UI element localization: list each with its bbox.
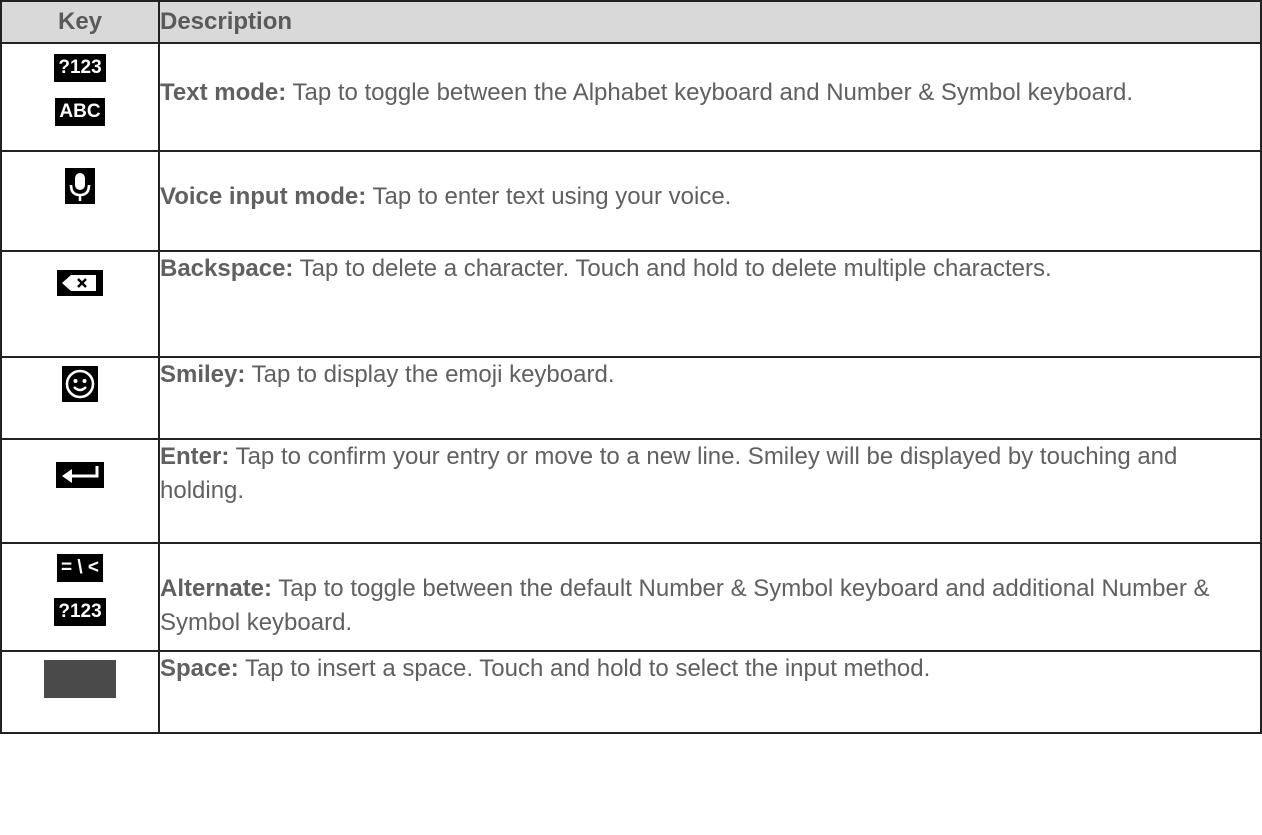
number-symbol-key-icon: ?123 (54, 598, 106, 626)
key-cell (0, 250, 160, 358)
microphone-icon (65, 168, 95, 204)
description-cell: Text mode: Tap to toggle between the Alp… (158, 42, 1262, 152)
table-row: = \ < ?123 Alternate: Tap to toggle betw… (0, 542, 1262, 652)
key-cell (0, 438, 160, 544)
term-label: Text mode: (160, 79, 287, 106)
description-text: Tap to toggle between the Alphabet keybo… (286, 79, 1134, 106)
table-row: ?123 ABC Text mode: Tap to toggle betwee… (0, 42, 1262, 152)
key-cell: = \ < ?123 (0, 542, 160, 652)
term-label: Alternate: (160, 575, 273, 602)
term-label: Backspace: (160, 255, 294, 282)
key-cell (0, 356, 160, 440)
backspace-icon (57, 270, 103, 296)
term-label: Space: (160, 655, 239, 682)
term-label: Voice input mode: (160, 183, 367, 210)
description-column-header: Description (158, 0, 1262, 44)
description-cell: Space: Tap to insert a space. Touch and … (158, 650, 1262, 734)
smiley-icon (62, 366, 98, 402)
space-bar-icon (44, 660, 116, 698)
text-mode-key-icon: ?123 (54, 54, 106, 82)
keyboard-keys-table: Key Description ?123 ABC Text mode: Tap … (0, 0, 1262, 734)
key-column-header: Key (0, 0, 160, 44)
description-cell: Smiley: Tap to display the emoji keyboar… (158, 356, 1262, 440)
description-cell: Backspace: Tap to delete a character. To… (158, 250, 1262, 358)
enter-arrow-icon (56, 462, 104, 488)
table-header-row: Key Description (0, 0, 1262, 44)
table-row: Smiley: Tap to display the emoji keyboar… (0, 356, 1262, 440)
table-row: Backspace: Tap to delete a character. To… (0, 250, 1262, 358)
table-row: Space: Tap to insert a space. Touch and … (0, 650, 1262, 734)
alternate-symbols-key-icon: = \ < (56, 554, 104, 582)
description-text: Tap to insert a space. Touch and hold to… (238, 655, 931, 682)
description-text: Tap to display the emoji keyboard. (245, 361, 615, 388)
description-text: Tap to toggle between the default Number… (160, 575, 1210, 636)
alphabet-key-icon: ABC (55, 98, 105, 126)
description-cell: Enter: Tap to confirm your entry or move… (158, 438, 1262, 544)
key-cell: ?123 ABC (0, 42, 160, 152)
key-cell (0, 150, 160, 252)
description-cell: Alternate: Tap to toggle between the def… (158, 542, 1262, 652)
table-row: Enter: Tap to confirm your entry or move… (0, 438, 1262, 544)
key-cell (0, 650, 160, 734)
description-cell: Voice input mode: Tap to enter text usin… (158, 150, 1262, 252)
term-label: Smiley: (160, 361, 246, 388)
term-label: Enter: (160, 443, 230, 470)
description-text: Tap to confirm your entry or move to a n… (160, 443, 1178, 504)
description-text: Tap to delete a character. Touch and hol… (293, 255, 1052, 282)
table-row: Voice input mode: Tap to enter text usin… (0, 150, 1262, 252)
description-text: Tap to enter text using your voice. (366, 183, 732, 210)
